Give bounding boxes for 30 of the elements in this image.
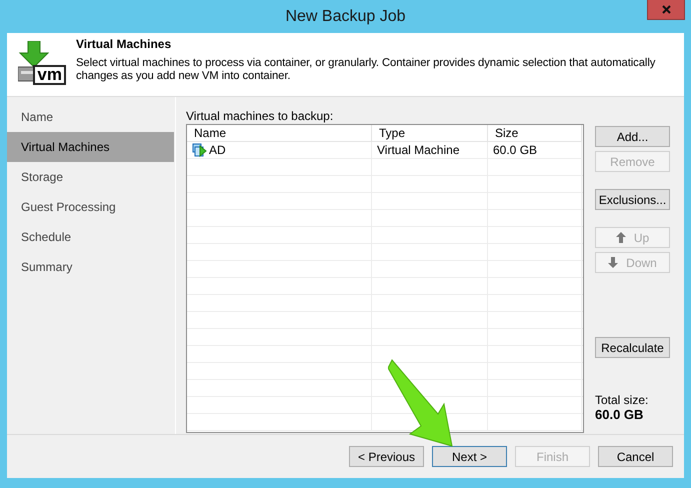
footer-button[interactable]: Cancel	[598, 446, 673, 467]
table-cell: Virtual Machine	[372, 142, 488, 159]
footer-button[interactable]: Next >	[432, 446, 507, 467]
total-size-label: Total size:	[595, 393, 650, 407]
vm-icon	[192, 142, 207, 158]
side-button[interactable]: Exclusions...	[595, 189, 670, 210]
side-button[interactable]: Recalculate	[595, 337, 670, 358]
footer-button[interactable]: < Previous	[349, 446, 424, 467]
wizard-step[interactable]: Schedule	[7, 222, 174, 252]
wizard-step[interactable]: Guest Processing	[7, 192, 174, 222]
page-title: Virtual Machines	[76, 37, 172, 51]
up-arrow-icon	[616, 232, 626, 243]
page-description: Select virtual machines to process via container, or granularly. Container provides dynamic selection that automatically changes as you add new VM into container.	[76, 57, 656, 83]
close-icon	[662, 5, 670, 14]
column-header[interactable]: Name	[187, 125, 372, 142]
list-label: Virtual machines to backup:	[186, 109, 334, 124]
wizard-step[interactable]: Virtual Machines	[7, 132, 174, 162]
side-button[interactable]: Add...	[595, 126, 670, 147]
wizard-step[interactable]: Storage	[7, 162, 174, 192]
close-button[interactable]	[647, 0, 685, 20]
icon-label: vm	[33, 65, 66, 85]
table-cell: 60.0 GB	[488, 142, 582, 159]
vm-name: AD	[209, 143, 226, 157]
window-title: New Backup Job	[285, 8, 406, 26]
column-header[interactable]: Type	[372, 125, 488, 142]
wizard-step[interactable]: Summary	[7, 252, 174, 282]
column-header[interactable]: Size	[488, 125, 582, 142]
down-arrow-icon	[608, 257, 618, 268]
total-size-value: 60.0 GB	[595, 407, 644, 422]
wizard-step[interactable]: Name	[7, 102, 174, 132]
